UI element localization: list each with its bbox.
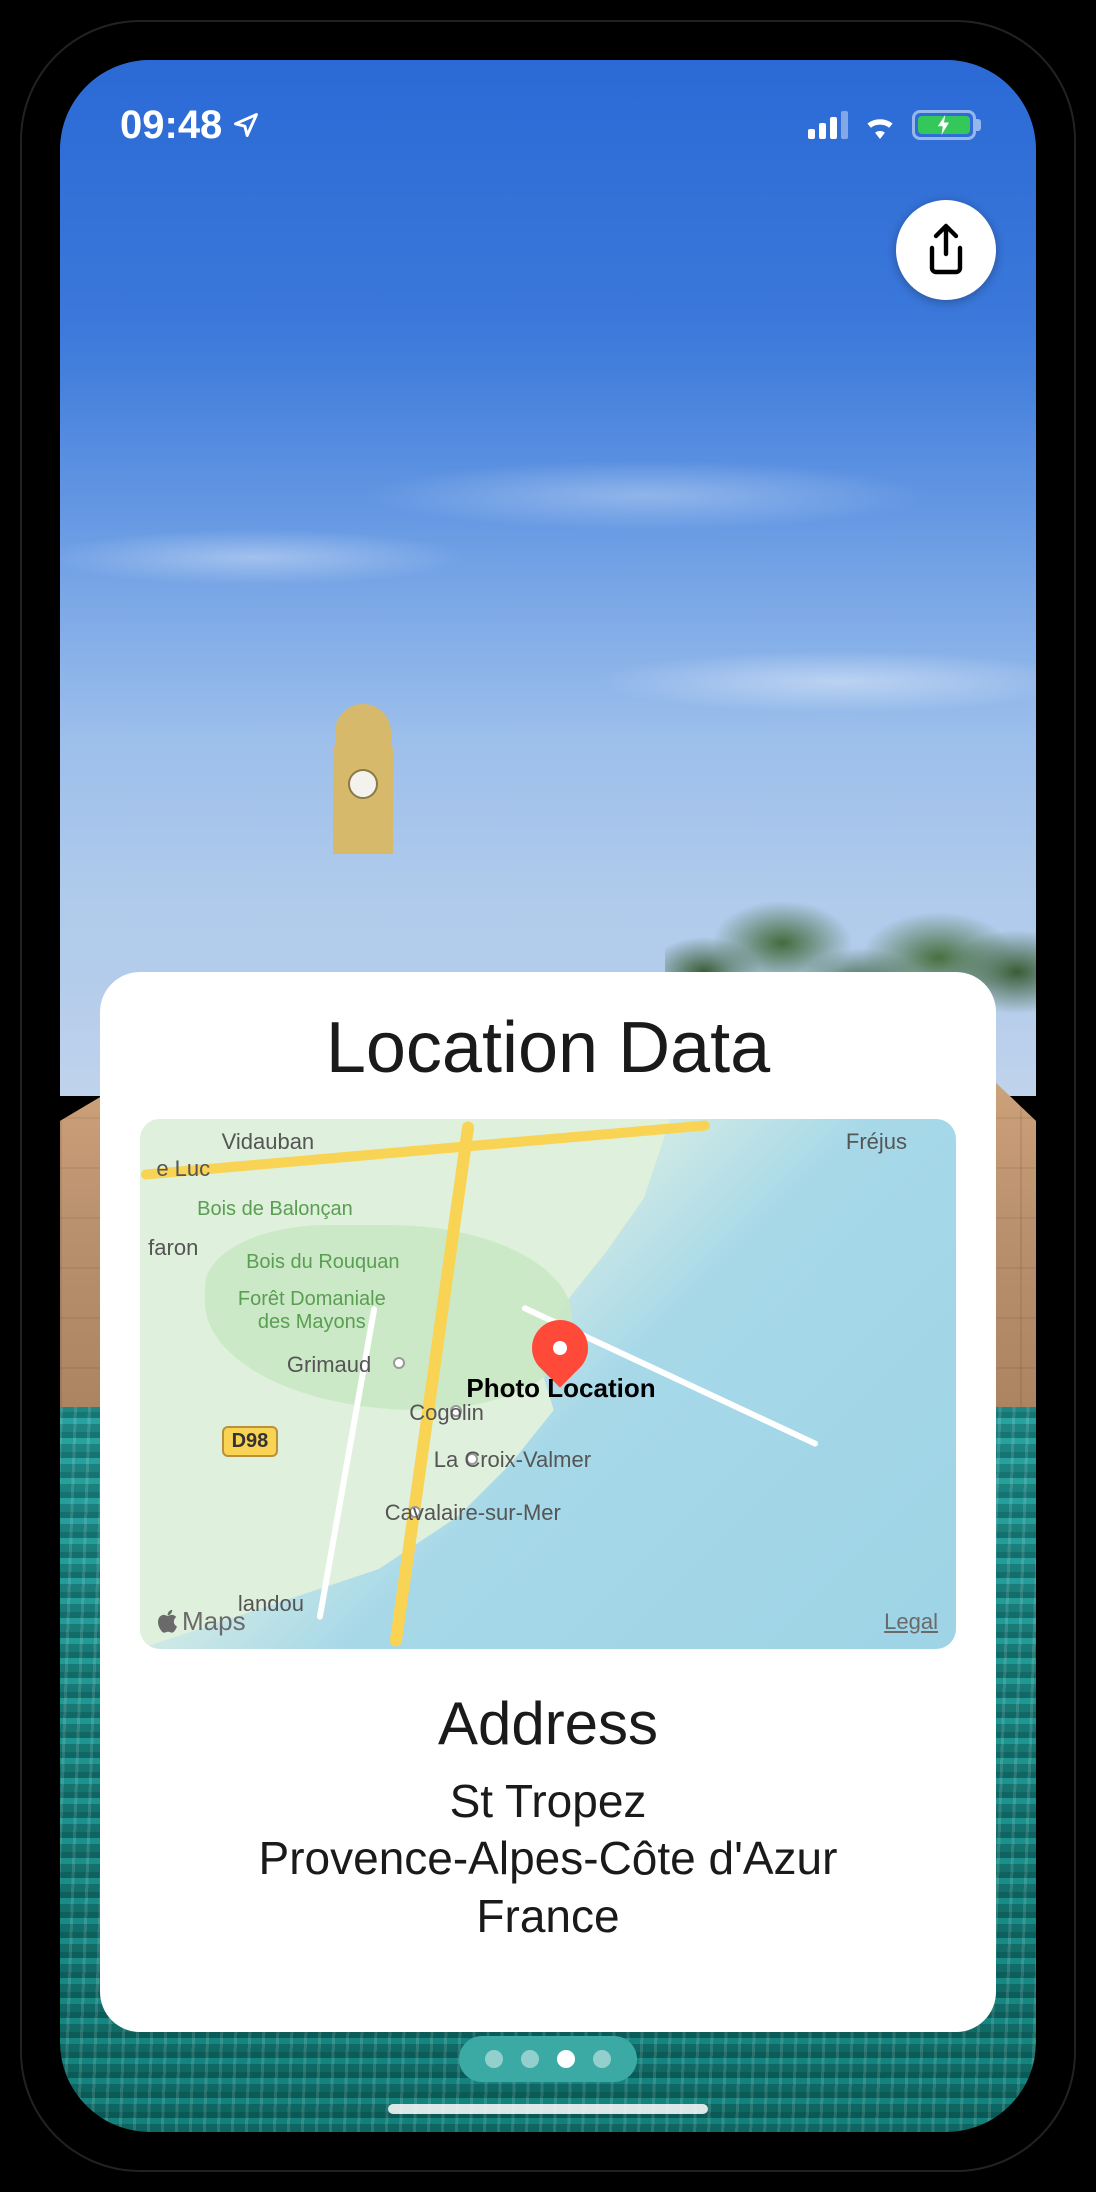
map-legal-link[interactable]: Legal [884, 1609, 938, 1635]
page-dot-2[interactable] [557, 2050, 575, 2068]
map-place-label: Cavalaire-sur-Mer [385, 1500, 561, 1526]
battery-icon [912, 110, 976, 140]
status-bar: 09:48 [60, 60, 1036, 170]
device-frame: 09:48 [20, 20, 1076, 2172]
map-view[interactable]: Vidauban e Luc Fréjus faron Bois de Balo… [140, 1119, 956, 1649]
map-route-badge: D98 [222, 1426, 279, 1457]
map-place-label: Bois de Balonçan [197, 1198, 353, 1221]
map-place-label: faron [148, 1235, 198, 1261]
screen: 09:48 [60, 60, 1036, 2132]
card-title: Location Data [140, 1007, 956, 1089]
map-place-label: landou [238, 1591, 304, 1617]
map-place-label: Bois du Rouquan [246, 1251, 399, 1274]
location-card: Location Data Vidauban e Luc Fréjus faro… [100, 972, 996, 2032]
address-line-3: France [140, 1888, 956, 1946]
page-dot-3[interactable] [593, 2050, 611, 2068]
address-section: Address St Tropez Provence-Alpes-Côte d'… [140, 1689, 956, 1946]
status-right [808, 110, 976, 140]
page-dot-1[interactable] [521, 2050, 539, 2068]
page-control[interactable] [459, 2036, 637, 2082]
address-title: Address [140, 1689, 956, 1758]
charging-bolt-icon [937, 115, 951, 135]
address-line-1: St Tropez [140, 1773, 956, 1831]
map-place-label: Forêt Domaniale des Mayons [238, 1288, 386, 1334]
map-provider-logo: Maps [156, 1606, 246, 1637]
home-indicator[interactable] [388, 2104, 708, 2114]
page-dot-0[interactable] [485, 2050, 503, 2068]
map-pin-label: Photo Location [466, 1373, 655, 1404]
map-place-label: e Luc [156, 1156, 210, 1182]
share-button[interactable] [896, 200, 996, 300]
status-time: 09:48 [120, 103, 222, 148]
address-line-2: Provence-Alpes-Côte d'Azur [140, 1830, 956, 1888]
cellular-signal-icon [808, 111, 848, 139]
map-place-label: Grimaud [287, 1352, 371, 1378]
share-icon [922, 222, 970, 278]
map-place-label: Fréjus [846, 1129, 907, 1155]
location-arrow-icon [232, 111, 260, 139]
map-place-label: La Croix-Valmer [434, 1447, 591, 1473]
map-place-label: Vidauban [222, 1129, 315, 1155]
apple-logo-icon [156, 1608, 178, 1634]
status-left: 09:48 [120, 103, 260, 148]
wifi-icon [862, 111, 898, 139]
